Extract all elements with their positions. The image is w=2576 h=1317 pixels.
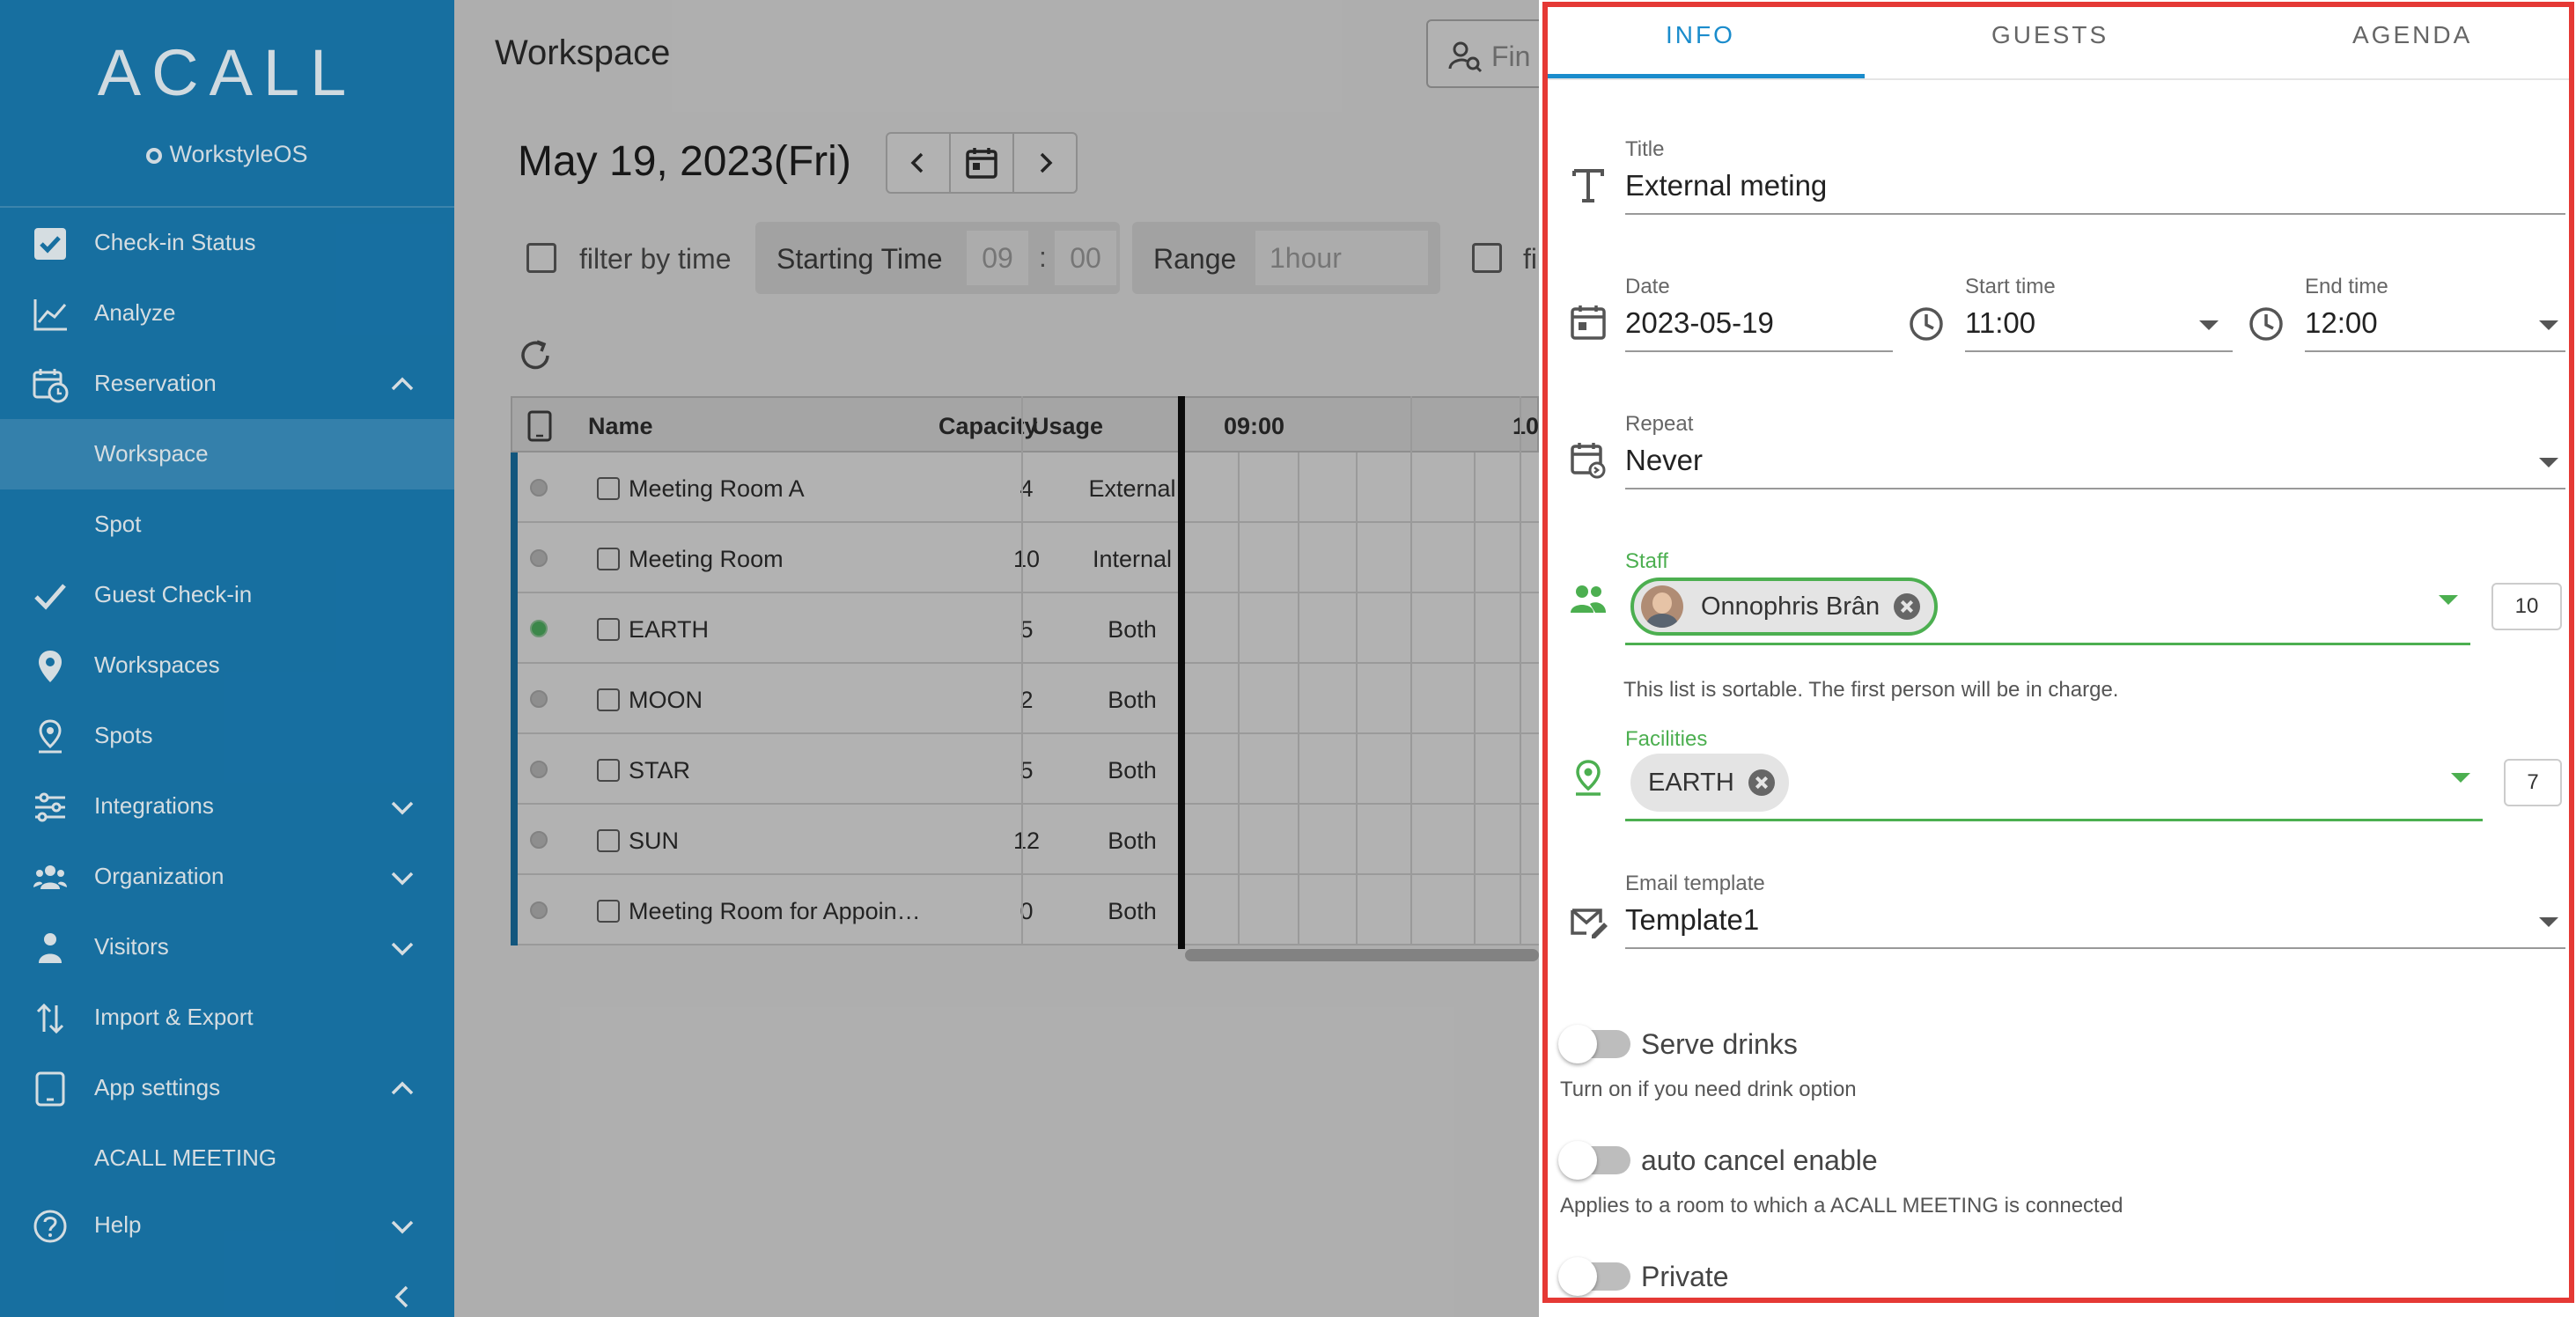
people-icon [1571, 585, 1606, 613]
repeat-select[interactable]: Never [1625, 444, 1703, 477]
start-time-select[interactable]: 11:00 [1965, 306, 2035, 340]
tab-agenda[interactable]: AGENDA [2352, 21, 2472, 49]
tab-guests[interactable]: GUESTS [1991, 21, 2109, 49]
modal-backdrop[interactable] [454, 0, 1539, 1317]
location-pin-icon [1576, 760, 1601, 796]
private-label: Private [1641, 1261, 1729, 1292]
auto-cancel-hint: Applies to a room to which a ACALL MEETI… [1560, 1194, 2123, 1218]
staff-chip[interactable]: Onnophris Brân [1630, 578, 1939, 636]
text-icon [1572, 169, 1604, 202]
repeat-label: Repeat [1625, 412, 1694, 436]
calendar-icon [1571, 305, 1606, 340]
facilities-dropdown-icon[interactable] [2451, 773, 2470, 783]
staff-underline [1625, 643, 2470, 645]
title-label: Title [1625, 137, 1665, 161]
staff-label: Staff [1625, 549, 1668, 573]
end-time-underline [2305, 350, 2565, 352]
email-template-select[interactable]: Template1 [1625, 903, 1759, 937]
title-underline [1625, 213, 2565, 215]
clock-icon [2249, 307, 2283, 341]
facilities-underline [1625, 819, 2483, 821]
remove-chip-icon[interactable] [1894, 593, 1921, 620]
serve-drinks-toggle[interactable] [1558, 1025, 1630, 1063]
email-template-dropdown-icon[interactable] [2539, 917, 2558, 927]
end-time-select[interactable]: 12:00 [2305, 306, 2378, 340]
serve-drinks-label: Serve drinks [1641, 1028, 1798, 1060]
staff-dropdown-icon[interactable] [2439, 595, 2458, 605]
staff-hint: This list is sortable. The first person … [1623, 678, 2119, 702]
start-time-label: Start time [1965, 275, 2056, 298]
title-input[interactable]: External meting [1625, 169, 1827, 202]
end-time-label: End time [2305, 275, 2388, 298]
tab-info[interactable]: INFO [1666, 21, 1735, 49]
tab-divider [1544, 78, 2571, 80]
start-time-dropdown-icon[interactable] [2199, 320, 2219, 330]
date-label: Date [1625, 275, 1670, 298]
start-time-underline [1965, 350, 2233, 352]
facilities-label: Facilities [1625, 727, 1708, 751]
sidebar-dim-overlay [0, 0, 454, 1317]
date-input[interactable]: 2023-05-19 [1625, 306, 1774, 340]
repeat-dropdown-icon[interactable] [2539, 458, 2558, 467]
auto-cancel-toggle[interactable] [1558, 1141, 1630, 1180]
end-time-dropdown-icon[interactable] [2539, 320, 2558, 330]
date-underline [1625, 350, 1893, 352]
auto-cancel-label: auto cancel enable [1641, 1144, 1878, 1176]
serve-drinks-hint: Turn on if you need drink option [1560, 1078, 1857, 1101]
email-template-label: Email template [1625, 872, 1765, 895]
remove-chip-icon[interactable] [1748, 769, 1775, 796]
email-edit-icon [1571, 909, 1608, 938]
facilities-count-input[interactable]: 7 [2504, 759, 2562, 806]
email-template-underline [1625, 947, 2565, 949]
facility-chip[interactable]: EARTH [1630, 754, 1789, 812]
private-toggle[interactable] [1558, 1257, 1630, 1296]
clock-icon [1910, 307, 1943, 341]
repeat-underline [1625, 488, 2565, 489]
calendar-repeat-icon [1571, 443, 1606, 479]
staff-count-input[interactable]: 10 [2491, 583, 2562, 630]
avatar [1641, 585, 1683, 628]
